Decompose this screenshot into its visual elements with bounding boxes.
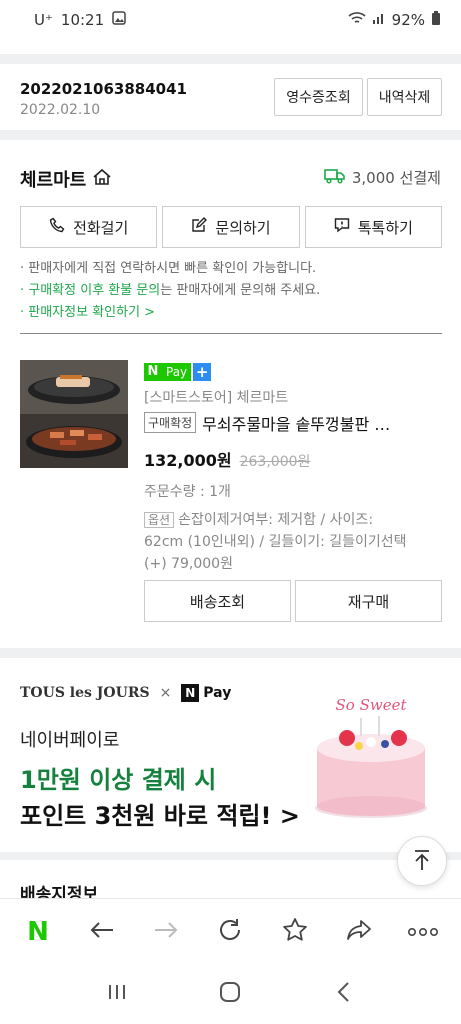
order-date: 2022.02.10 [20,102,101,118]
edit-icon [191,217,208,237]
option-badge: 옵션 [144,511,175,528]
note-contact: · 판매자에게 직접 연락하시면 빠른 확인이 가능합니다. [20,261,317,276]
times-sign: × [159,685,172,701]
option-line-1: 손잡이제거여부: 제거함 / 사이즈: [178,511,374,528]
npay-plus: + [193,362,212,381]
scroll-top-button[interactable] [397,836,447,886]
bookmark-button[interactable] [272,909,318,955]
arrow-left-icon [89,920,115,944]
track-delivery-button[interactable]: 배송조회 [144,580,291,622]
share-button[interactable] [336,909,382,955]
signal-icon [372,11,386,29]
store-name: [스마트스토어] 체르마트 [144,389,289,406]
npay-n: N [144,362,162,381]
contact-buttons: 전화걸기 문의하기 톡톡하기 [20,206,442,248]
divider-line [20,333,442,334]
product-options: 옵션 손잡이제거여부: 제거함 / 사이즈: 62cm (10인내외) / 길들이… [144,509,442,575]
arrow-right-icon [153,920,179,944]
chat-icon [334,217,350,237]
naver-home-button[interactable]: N [15,909,61,955]
back-button[interactable] [79,909,125,955]
talk-button[interactable]: 톡톡하기 [304,206,442,248]
phone-icon [49,217,65,237]
product-title-link[interactable]: 구매확정 무쇠주물마을 솥뚜껑불판 … [144,411,442,435]
truck-icon [324,168,346,188]
recent-apps-button[interactable] [94,971,140,1017]
clock: 10:21 [60,11,105,29]
naver-pay-n: N [181,684,200,702]
naver-pay-logo: N Pay [181,684,231,702]
inquiry-button[interactable]: 문의하기 [162,206,300,248]
option-line-2: 62cm (10인내외) / 길들이기: 길들이기선택 [144,533,407,550]
inquiry-label: 문의하기 [215,218,271,237]
reorder-button[interactable]: 재구매 [295,580,442,622]
product-thumbnail[interactable] [20,360,128,468]
option-line-3: (+) 79,000원 [144,555,233,572]
tous-les-jours-logo: TOUS les JOURS [20,685,150,701]
recent-apps-icon [107,982,127,1006]
shipping-fee: 3,000 선결제 [324,167,441,188]
banner-subtitle: 네이버페이로 [20,730,120,751]
delete-history-button[interactable]: 내역삭제 [367,78,442,116]
naver-n-icon: N [27,916,49,947]
npay-plus-badge: N Pay + [144,362,212,381]
note-refund-rest: 는 판매자에게 문의해 주세요. [160,283,321,298]
note-refund: · 구매확정 이후 환불 문의는 판매자에게 문의해 주세요. [20,280,442,302]
share-icon [346,918,372,946]
chevron-left-icon [336,981,352,1007]
home-icon [219,981,241,1007]
refresh-icon [217,917,243,947]
cake-text: So Sweet [336,696,408,714]
forward-button[interactable] [143,909,189,955]
call-label: 전화걸기 [73,218,129,237]
talk-label: 톡톡하기 [357,218,413,237]
status-bar: U⁺ 10:21 92% [0,0,461,40]
promo-banner[interactable]: TOUS les JOURS × N Pay 네이버페이로 1만원 이상 결제 … [0,660,461,850]
product-actions: 배송조회 재구매 [144,580,442,622]
status-badge: 구매확정 [144,412,197,433]
carrier-label: U⁺ [34,11,53,29]
original-price: 263,000원 [239,453,311,470]
section-divider [0,54,461,64]
section-divider [0,648,461,658]
more-button[interactable] [400,909,446,955]
order-quantity: 주문수량 : 1개 [144,483,231,500]
system-back-button[interactable] [321,971,367,1017]
note-refund-highlight: · 구매확정 이후 환불 문의 [20,283,161,298]
call-button[interactable]: 전화걸기 [20,206,158,248]
section-divider [0,130,461,140]
gallery-icon [112,11,126,29]
more-dots-icon [407,922,438,941]
seller-name-link[interactable]: 체르마트 [20,166,112,192]
system-nav-bar [0,964,461,1024]
browser-toolbar: N [0,898,461,964]
price-line: 132,000원 263,000원 [144,447,442,471]
cake-image: So Sweet [311,690,431,820]
receipt-button[interactable]: 영수증조회 [274,78,363,116]
refresh-button[interactable] [207,909,253,955]
seller-notes: · 판매자에게 직접 연락하시면 빠른 확인이 가능합니다. · 구매확정 이후… [20,258,442,324]
section-divider [0,852,461,860]
product-title: 무쇠주물마을 솥뚜껑불판 … [202,414,391,434]
battery-level: 92% [391,11,425,29]
order-header: 2022021063884041 2022.02.10 영수증조회 내역삭제 [0,64,461,130]
banner-headline-1: 1만원 이상 결제 시 [20,766,217,794]
shipping-fee-text: 3,000 선결제 [351,169,441,187]
product-info: N Pay + [스마트스토어] 체르마트 구매확정 무쇠주물마을 솥뚜껑불판 … [144,360,442,575]
sale-price: 132,000원 [144,450,232,470]
battery-icon [431,10,441,30]
home-button[interactable] [207,971,253,1017]
naver-pay-text: Pay [203,685,232,701]
store-home-icon [92,168,112,191]
npay-pay: Pay [162,362,192,381]
seller-info-link[interactable]: · 판매자정보 확인하기 > [20,302,442,324]
seller-name: 체르마트 [20,170,87,191]
arrow-up-icon [412,849,432,874]
banner-brands: TOUS les JOURS × N Pay [20,684,231,702]
order-number: 2022021063884041 [20,80,187,98]
wifi-icon [348,11,366,29]
star-icon [282,917,308,947]
banner-headline-2: 포인트 3천원 바로 적립! > [20,802,300,830]
